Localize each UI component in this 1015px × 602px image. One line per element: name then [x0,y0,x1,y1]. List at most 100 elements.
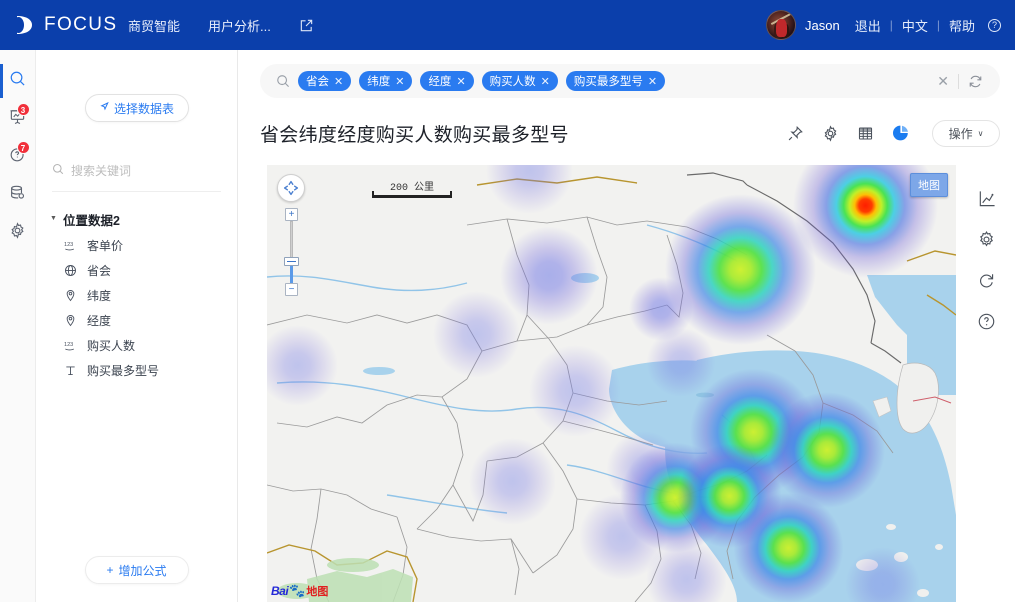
cursor-arrow-icon [99,101,110,115]
field-item[interactable]: 购买最多型号 [36,358,237,383]
rail-item-dashboard[interactable]: 3 [0,100,36,138]
search-icon [276,74,290,88]
heatmap-point [528,344,622,438]
field-label: 购买人数 [87,339,136,353]
field-item[interactable]: 123 客单价 [36,233,237,258]
zoom-out-button[interactable]: − [285,283,298,296]
left-icon-rail: 3 7 [0,50,36,602]
baidu-paw-icon: 🐾 [289,583,306,598]
action-dropdown-button[interactable]: 操作 ∨ [932,119,1000,147]
heatmap-point [469,437,557,525]
query-tag[interactable]: 购买人数 ✕ [481,71,558,91]
gear-icon[interactable] [822,124,839,142]
heatmap-point [769,392,886,509]
heatmap-point [689,368,818,496]
query-tag[interactable]: 经度 ✕ [420,71,474,91]
avatar[interactable] [766,10,796,40]
geo-globe-icon [64,264,77,277]
field-item[interactable]: 经度 [36,308,237,333]
help-circle-icon[interactable] [977,312,996,331]
heatmap-point [486,165,573,214]
zoom-in-button[interactable]: + [285,208,298,221]
select-datatable-label: 选择数据表 [113,101,174,116]
search-icon [9,70,26,92]
caret-down-icon[interactable]: ▼ [50,215,57,222]
edit-square-icon[interactable] [299,18,314,33]
clear-search-icon[interactable]: ✕ [928,73,958,90]
query-tag-label: 经度 [428,76,452,88]
query-tag-label: 购买最多型号 [573,76,643,88]
nav-business-intelligence[interactable]: 商贸智能 [128,16,180,35]
help-link[interactable]: 帮助 [949,16,975,35]
pie-chart-icon[interactable] [892,124,910,142]
logout-link[interactable]: 退出 [855,16,881,35]
gear-icon[interactable] [977,230,996,249]
add-formula-button[interactable]: + 增加公式 [84,556,189,584]
query-tag[interactable]: 购买最多型号 ✕ [565,71,666,91]
query-tag-label: 省会 [306,76,329,88]
nav-user-analysis[interactable]: 用户分析... [208,16,271,35]
rail-item-datasource[interactable] [0,176,36,214]
field-item[interactable]: 纬度 [36,283,237,308]
close-icon[interactable]: ✕ [334,75,343,88]
panel-search-input[interactable] [71,164,201,178]
user-name: Jason [805,17,840,33]
refresh-icon[interactable] [959,74,990,89]
heatmap-point [432,291,520,379]
refresh-icon[interactable] [977,271,996,290]
table-grid-icon[interactable] [857,125,874,142]
language-link[interactable]: 中文 [902,16,928,35]
map-layer-button[interactable]: 地图 [910,173,948,197]
field-label: 纬度 [87,289,112,303]
tree-root-node[interactable]: ▼ 位置数据2 [36,206,237,233]
map-visualization[interactable]: + − 200 公里 地图 Bai 🐾 地图 [267,165,956,602]
query-search-bar[interactable]: 省会 ✕ 纬度 ✕ 经度 ✕ 购买人数 ✕ 购买最多型号 ✕ ✕ [260,64,1000,98]
field-item[interactable]: 123 购买人数 [36,333,237,358]
heatmap-point [499,226,599,325]
heatmap-point [844,546,920,602]
select-datatable-button[interactable]: 选择数据表 [84,94,189,122]
chevron-down-icon: ∨ [977,128,984,138]
gear-icon [9,222,26,244]
heatmap-layer [267,165,956,602]
map-scale-label: 200 公里 [389,183,434,194]
close-icon[interactable]: ✕ [541,75,550,88]
zoom-slider[interactable]: + − [284,208,299,296]
zoom-slider-thumb[interactable] [284,257,299,266]
query-tag[interactable]: 省会 ✕ [298,71,352,91]
field-label: 经度 [87,314,112,328]
query-tag-label: 购买人数 [489,76,536,88]
pin-icon[interactable] [787,125,804,142]
chart-axis-icon[interactable] [977,189,996,208]
pan-compass-icon[interactable] [277,174,305,202]
header-separator-1: | [889,18,893,32]
query-tag[interactable]: 纬度 ✕ [359,71,413,91]
query-tag-label: 纬度 [367,76,391,88]
number-123-icon: 123 [64,239,77,252]
tree-root-label: 位置数据2 [62,214,120,228]
brand-logo[interactable]: FOCUS [0,14,116,36]
rail-item-history[interactable]: 7 [0,138,36,176]
heatmap-point [267,324,338,407]
rail-item-settings[interactable] [0,214,36,252]
heatmap-point [664,194,816,345]
close-icon[interactable]: ✕ [395,75,404,88]
svg-text:123: 123 [64,242,73,248]
plus-icon: + [106,563,114,577]
data-panel: 选择数据表 ▼ 位置数据2 123 [36,50,238,602]
field-item[interactable]: 省会 [36,258,237,283]
close-icon[interactable]: ✕ [648,75,657,88]
rail-item-search[interactable] [0,62,36,100]
help-question-icon[interactable]: ? [988,18,1001,32]
search-icon [52,162,64,180]
focus-moon-logo-icon [14,14,36,36]
application-root: FOCUS 商贸智能 用户分析... Jason 退出 | 中文 | 帮助 ? [0,0,1015,602]
database-icon [9,184,26,206]
number-123-icon: 123 [64,339,77,352]
heatmap-point [579,492,667,580]
close-icon[interactable]: ✕ [456,75,465,88]
add-formula-label: 增加公式 [118,563,167,578]
baidu-map-text: 地图 [306,586,329,598]
baidu-maps-logo[interactable]: Bai 🐾 地图 [271,583,328,599]
brand-name: FOCUS [44,14,118,35]
